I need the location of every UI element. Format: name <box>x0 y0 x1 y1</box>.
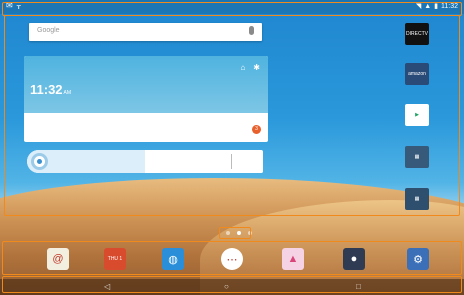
highlight-page-indicator <box>219 227 251 239</box>
highlight-status-bar <box>2 2 462 16</box>
highlight-dock <box>2 241 462 275</box>
highlight-home-area <box>4 15 460 216</box>
highlight-nav-bar <box>2 276 462 293</box>
home-screen: ✉ ᚁ ◥ ▲ ▮ 11:32 Google 11:32AM ⌂ ✱ 3 DIR… <box>0 0 464 295</box>
